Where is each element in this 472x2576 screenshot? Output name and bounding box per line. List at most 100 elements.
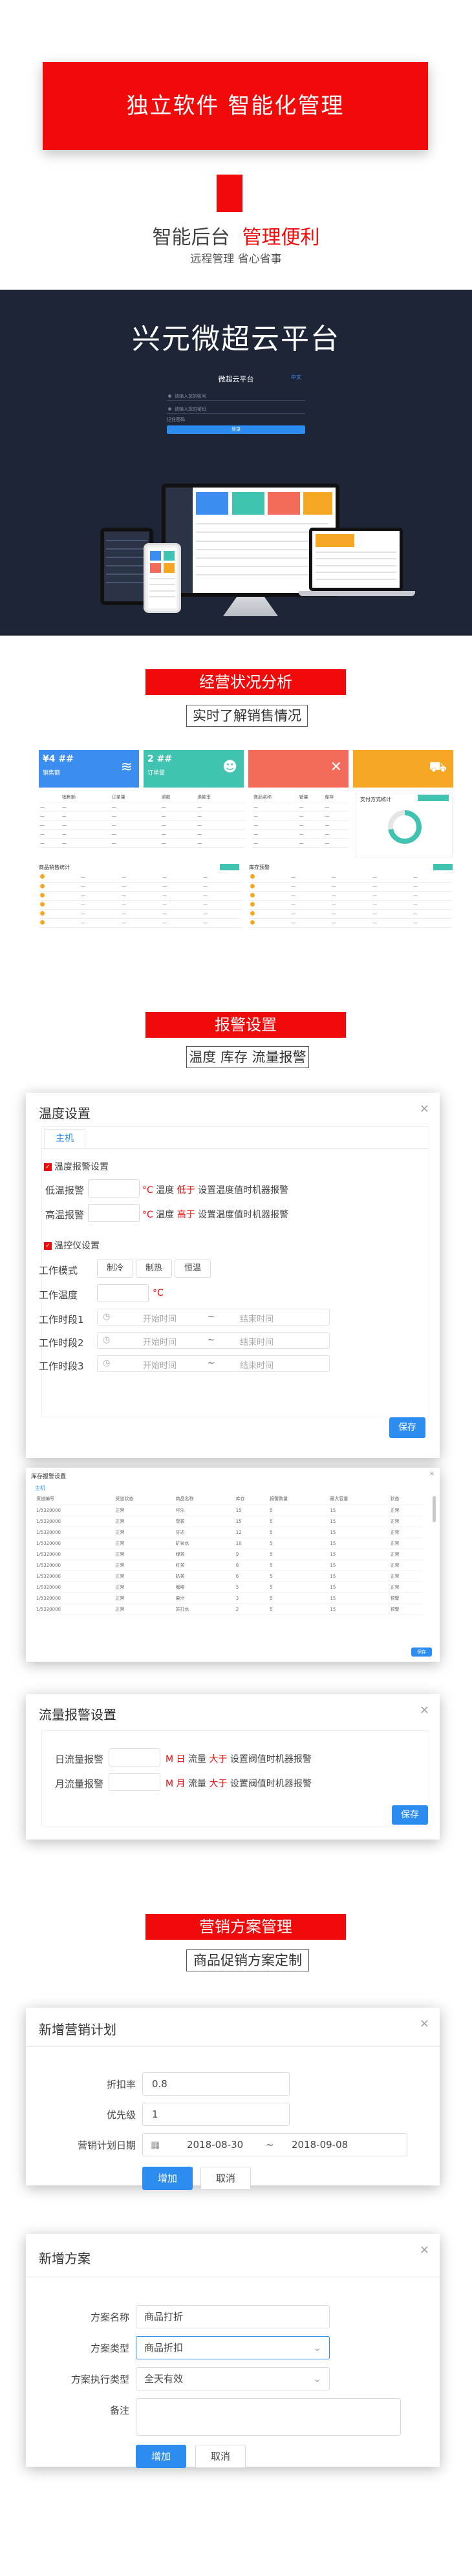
table-cell: 正常 [114,1505,175,1516]
laptop-row [316,558,396,560]
col-header: 货道编号 [35,1494,114,1505]
priority-input[interactable]: 1 [142,2103,290,2126]
list-item: — — — — [39,900,242,910]
kpi-label: 销售额 [43,770,61,777]
phone-tile [163,563,175,573]
phone-tile [163,550,175,561]
chart-tag [418,795,449,801]
period3-label: 工作时段3 [39,1360,84,1372]
tab-divider [41,1148,429,1149]
list-item: — — — — [39,873,242,883]
username-field[interactable]: 请输入您的账号 [167,392,305,401]
business-section-subtitle: 实时了解销售情况 [186,705,308,727]
daily-flow-note: M 日 流量 大于 设置阀值时机器报警 [166,1754,312,1765]
table-cell: 奶茶 [174,1571,235,1582]
laptop-row [316,551,396,553]
dialog-title: 温度设置 [39,1106,91,1121]
scrollbar[interactable] [433,1496,436,1522]
scheme-name-label: 方案名称 [90,2312,129,2323]
password-field[interactable]: 请输入您的密码 [167,405,305,414]
table-cell: 正常 [389,1516,423,1527]
plan-date-range[interactable]: ▦ 2018-08-30 ~ 2018-09-08 [142,2133,407,2156]
phone-mockup [144,543,181,613]
table-row: 1/5320000 正常 奶茶 6 5 15 正常 [35,1571,423,1582]
cancel-button[interactable]: 取消 [200,2167,251,2190]
laptop-row [316,564,396,566]
business-dashboard: ¥4 ## 销售额 ≋ 2 ## 订单量 ☻ ✕ ⛟ 销售额 订单量 退款 退款… [39,750,453,950]
kpi-card-repairs: ✕ [248,750,349,788]
calendar-icon: ▦ [151,2139,160,2151]
table-cell: 5 [268,1560,329,1571]
tab-host[interactable]: 主机 [35,1485,45,1492]
people-icon: ☻ [222,759,237,775]
scheme-name-input[interactable]: 商品打折 [136,2305,330,2328]
close-icon[interactable]: × [420,2243,429,2257]
phone-row [149,584,176,586]
mode-heating-button[interactable]: 制热 [136,1260,172,1278]
scheme-type-label: 方案类型 [90,2343,129,2354]
col-header [39,793,61,802]
language-tag[interactable]: 中文 [291,374,301,381]
exec-type-select[interactable]: 全天有效 ⌄ [136,2367,330,2390]
cancel-button[interactable]: 取消 [195,2445,246,2468]
flow-alarm-dialog: 流量报警设置 × 日流量报警 M 日 流量 大于 设置阀值时机器报警 月流量报警… [26,1694,440,1840]
mode-cooling-button[interactable]: 制冷 [97,1260,133,1278]
add-button[interactable]: 增加 [142,2167,193,2190]
table-cell: 红茶 [174,1560,235,1571]
end-placeholder: 结束时间 [240,1361,274,1371]
close-icon[interactable]: × [429,1470,434,1477]
table-cell: 15 [328,1549,389,1560]
hero-headline-a: 智能后台 [152,226,230,249]
close-icon[interactable]: × [420,1703,429,1717]
col-header: 库存 [323,793,349,802]
list-item: — — — — [249,900,453,910]
cart-icon: ⛟ [429,759,447,775]
period1-range[interactable]: ◷ 开始时间 ~ 结束时间 [97,1309,330,1326]
discount-input[interactable]: 0.8 [142,2072,290,2096]
table-cell: 果汁 [174,1593,235,1604]
tablet-row [105,573,148,575]
daily-flow-input[interactable] [109,1748,160,1766]
monitor-tile-blue [196,491,229,515]
temp-alarm-section[interactable]: ✓ 温度报警设置 [44,1160,109,1173]
save-button[interactable]: 保存 [392,1805,428,1825]
close-icon[interactable]: × [420,2017,429,2030]
rank-badge [250,883,255,888]
period2-range[interactable]: ◷ 开始时间 ~ 结束时间 [97,1332,330,1349]
work-temp-input[interactable] [97,1284,149,1302]
marketing-section-banner: 营销方案管理 [145,1914,346,1940]
table-cell: 雪碧 [174,1516,235,1527]
table-cell: 正常 [114,1538,175,1549]
start-placeholder: 开始时间 [143,1361,177,1371]
col-header: 最大容量 [328,1494,389,1505]
login-button[interactable]: 登录 [167,425,305,434]
monthly-flow-note: M 月 流量 大于 设置阀值时机器报警 [166,1779,312,1789]
dialog-title: 新增营销计划 [39,2022,116,2037]
monthly-flow-input[interactable] [109,1773,160,1791]
lock-icon [168,407,171,411]
mode-constant-button[interactable]: 恒温 [175,1260,211,1278]
period1-label: 工作时段1 [39,1314,84,1326]
new-scheme-dialog: 新增方案 × 方案名称 商品打折 方案类型 商品折扣 ⌄ 方案执行类型 全天有效… [26,2234,440,2468]
low-temp-input[interactable] [88,1179,140,1197]
high-temp-input[interactable] [88,1204,140,1222]
remark-textarea[interactable] [136,2398,401,2436]
close-icon[interactable]: × [420,1102,429,1115]
add-button[interactable]: 增加 [136,2445,186,2468]
kpi-value: ¥4 ## [43,754,74,764]
scheme-type-select[interactable]: 商品折扣 ⌄ [136,2336,330,2359]
save-button[interactable]: 保存 [389,1417,425,1438]
thermostat-section[interactable]: ✓ 温控仪设置 [44,1239,100,1252]
tab-host[interactable]: 主机 [44,1129,85,1148]
hero-headline: 智能后台 管理便利 [0,221,472,250]
sales-summary-table: 销售额 订单量 退款 退款率 — — — — — — — — — — — — — — — — — — — — —… [39,793,246,848]
save-button[interactable]: 保存 [411,1648,432,1657]
table-cell: 9 [234,1549,269,1560]
dialog-title: 流量报警设置 [39,1707,116,1723]
stock-alarm-card: 库存报警设置 × 主机 货道编号 货道状态 商品名称 库存 报警数量 最大容量 状态 1/5… [26,1468,440,1662]
table-cell: 1/5320000 [35,1571,114,1582]
remember-checkbox[interactable]: 记住密码 [167,416,185,423]
dialog-divider [26,2046,440,2047]
period3-range[interactable]: ◷ 开始时间 ~ 结束时间 [97,1355,330,1372]
tablet-row [105,581,148,583]
